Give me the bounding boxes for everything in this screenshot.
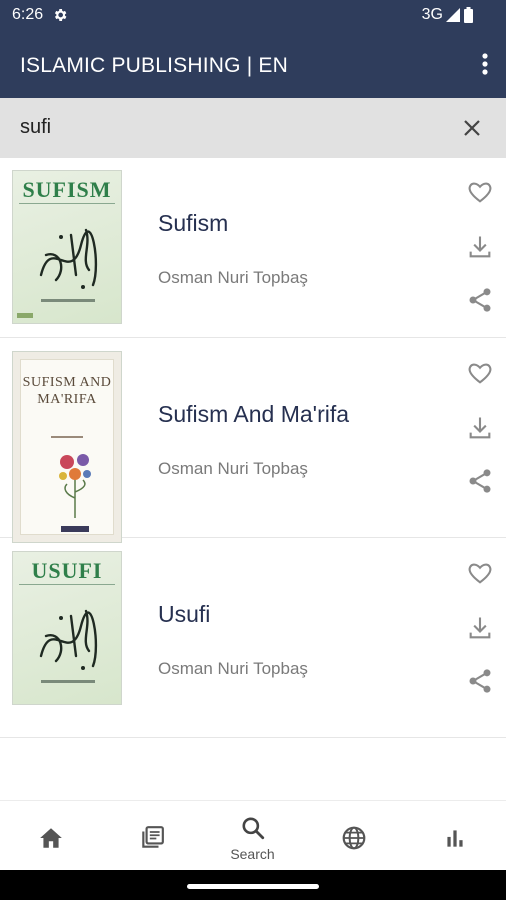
cover-title: SUFISM AND MA'RIFA <box>22 375 112 407</box>
bar-chart-icon <box>447 830 463 847</box>
app-bar: ISLAMIC PUBLISHING | EN <box>0 32 506 98</box>
network-type: 3G <box>421 6 443 23</box>
nav-language[interactable] <box>303 801 404 871</box>
gear-icon <box>54 9 67 21</box>
app-title: ISLAMIC PUBLISHING | EN <box>20 54 288 77</box>
signal-icon <box>446 8 460 22</box>
cover-subtitle-rule <box>19 584 115 587</box>
bottom-navigation: Search <box>0 800 506 870</box>
nav-search-label: Search <box>230 846 275 862</box>
book-title[interactable]: Sufism <box>158 210 228 237</box>
cover-frame: SUFISM AND MA'RIFA <box>20 359 114 535</box>
cover-author-line <box>41 680 95 683</box>
heart-icon[interactable] <box>466 359 494 387</box>
download-icon[interactable] <box>466 614 494 642</box>
cover-subtitle-rule <box>19 203 115 206</box>
cover-title: SUFISM <box>22 177 112 202</box>
globe-icon <box>342 826 366 850</box>
list-item[interactable]: USUFI Usufi Osman Nuri Topbaş <box>0 538 506 738</box>
book-title[interactable]: Sufism And Ma'rifa <box>158 401 349 428</box>
calligraphy-art <box>39 609 98 670</box>
nav-stats[interactable] <box>404 801 505 871</box>
book-cover[interactable]: SUFISM AND MA'RIFA <box>12 351 122 543</box>
publisher-logo <box>61 526 89 532</box>
nav-home[interactable] <box>0 801 101 871</box>
book-author: Osman Nuri Topbaş <box>158 268 308 287</box>
nav-library[interactable] <box>101 801 202 871</box>
search-icon <box>242 817 265 840</box>
home-icon <box>40 828 62 848</box>
battery-icon <box>464 7 473 23</box>
book-cover[interactable]: USUFI <box>12 551 122 705</box>
heart-icon[interactable] <box>466 178 494 206</box>
cover-title: USUFI <box>31 558 103 583</box>
download-icon[interactable] <box>466 233 494 261</box>
results-list: SUFISM Sufism Osman Nuri Topbaş SUFISM A… <box>0 158 506 738</box>
share-icon[interactable] <box>466 286 494 314</box>
gesture-handle[interactable] <box>187 884 319 889</box>
search-input[interactable]: sufi <box>20 116 51 139</box>
share-icon[interactable] <box>466 467 494 495</box>
close-icon[interactable] <box>460 116 484 140</box>
list-item[interactable]: SUFISM Sufism Osman Nuri Topbaş <box>0 158 506 338</box>
share-icon[interactable] <box>466 667 494 695</box>
book-cover[interactable]: SUFISM <box>12 170 122 324</box>
library-icon <box>142 826 164 848</box>
status-time: 6:26 <box>12 6 44 23</box>
flower-illustration <box>59 454 91 518</box>
list-item[interactable]: SUFISM AND MA'RIFA Sufism And Ma'rifa Os… <box>0 338 506 543</box>
search-bar: sufi <box>0 98 506 158</box>
more-vert-icon[interactable] <box>482 53 488 75</box>
calligraphy-art <box>39 228 98 289</box>
heart-icon[interactable] <box>466 559 494 587</box>
status-bar: 6:26 3G <box>0 0 506 32</box>
nav-search[interactable]: Search <box>202 801 303 871</box>
book-title[interactable]: Usufi <box>158 601 210 628</box>
cover-author-line <box>41 299 95 302</box>
cover-author-line <box>51 436 83 438</box>
book-author: Osman Nuri Topbaş <box>158 659 308 678</box>
gesture-bar <box>0 870 506 900</box>
download-icon[interactable] <box>466 414 494 442</box>
publisher-logo <box>17 313 33 318</box>
book-author: Osman Nuri Topbaş <box>158 459 308 478</box>
